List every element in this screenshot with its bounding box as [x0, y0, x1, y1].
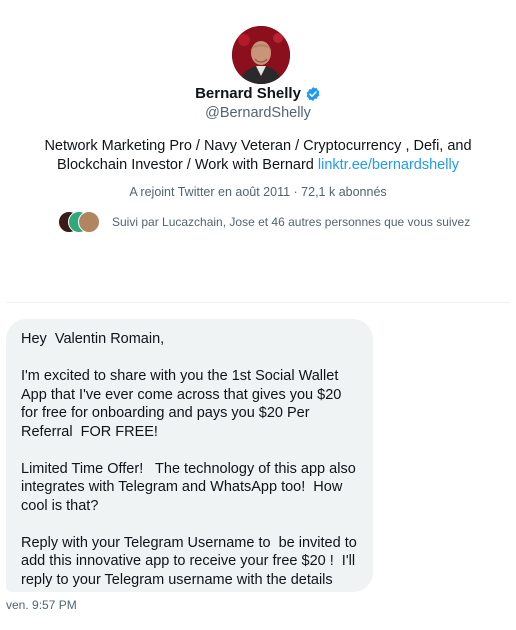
message-timestamp: ven. 9:57 PM [6, 598, 77, 612]
message-paragraph: Hey Valentin Romain, [21, 331, 165, 347]
message-bubble[interactable]: Hey Valentin Romain, I'm excited to shar… [6, 319, 373, 592]
profile-meta: A rejoint Twitter en août 2011 · 72,1 k … [129, 185, 387, 199]
follower-avatar [78, 211, 100, 233]
message-paragraph: I'm excited to share with you the 1st So… [21, 368, 346, 440]
profile-handle: @BernardShelly [205, 105, 311, 121]
divider [6, 302, 510, 303]
follower-avatars [58, 211, 102, 233]
profile-name[interactable]: Bernard Shelly [195, 85, 301, 102]
bio-link[interactable]: linktr.ee/bernardshelly [318, 157, 459, 173]
message-paragraph: Limited Time Offer! The technology of th… [21, 460, 360, 514]
profile-bio: Network Marketing Pro / Navy Veteran / C… [40, 137, 476, 174]
followed-by-text: Suivi par Lucazchain, Jose et 46 autres … [112, 215, 471, 229]
followed-by-row[interactable]: Suivi par Lucazchain, Jose et 46 autres … [58, 211, 470, 233]
profile-name-row: Bernard Shelly [0, 85, 516, 102]
message-paragraph: Reply with your Telegram Username to be … [21, 534, 361, 588]
profile-avatar[interactable] [232, 26, 290, 84]
verified-badge-icon [305, 86, 321, 102]
